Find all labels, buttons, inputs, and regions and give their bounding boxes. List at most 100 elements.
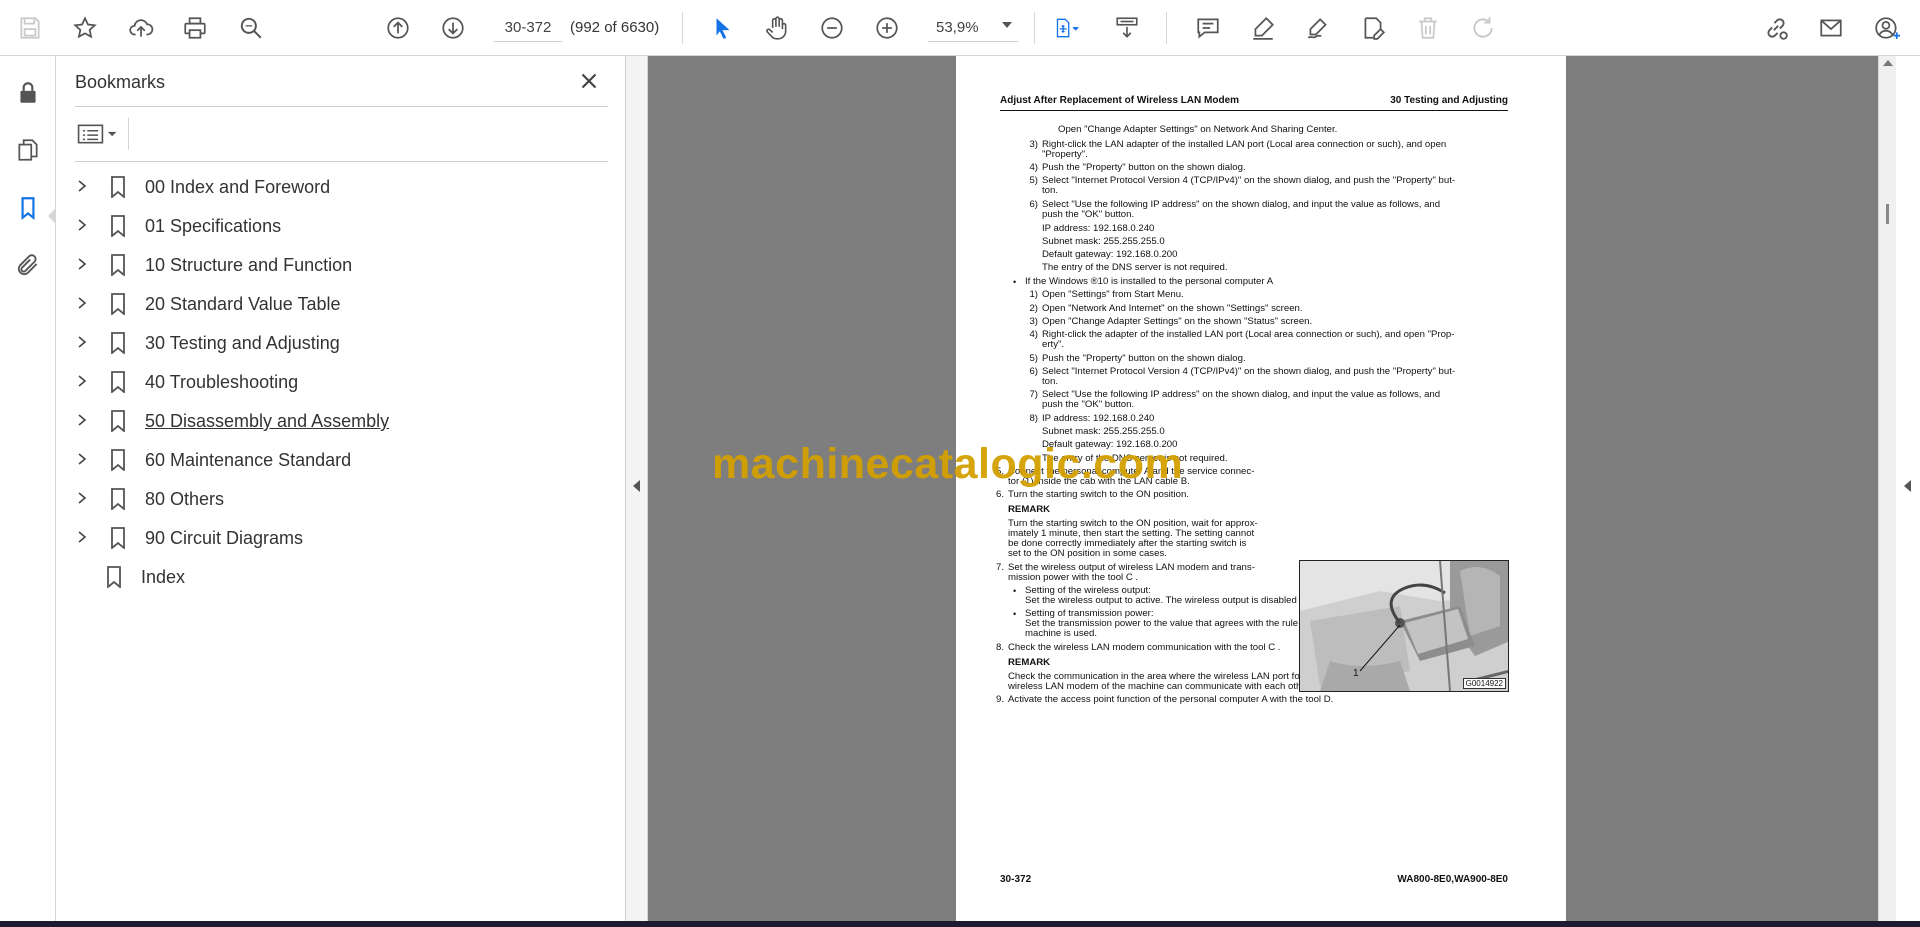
text-line: erty". [1042, 339, 1065, 350]
bookmark-item[interactable]: 20 Standard Value Table [71, 286, 611, 320]
chevron-right-icon[interactable] [75, 530, 89, 544]
divider [128, 118, 129, 150]
scroll-up-icon[interactable] [1883, 60, 1893, 66]
select-arrow-icon[interactable] [706, 11, 740, 45]
redo-icon[interactable] [1466, 11, 1500, 45]
page-down-icon[interactable] [436, 11, 470, 45]
os-taskbar-edge [0, 921, 1920, 927]
fit-page-icon[interactable] [1044, 11, 1090, 45]
text-line: set to the ON position in some cases. [1008, 548, 1167, 559]
chevron-right-icon[interactable] [75, 179, 89, 193]
page-footer-model: WA800-8E0,WA900-8E0 [1397, 874, 1508, 885]
star-icon[interactable] [68, 11, 102, 45]
bookmark-item[interactable]: 50 Disassembly and Assembly [71, 403, 611, 437]
step-number: 4) [1029, 329, 1038, 340]
bookmark-label: 90 Circuit Diagrams [145, 528, 304, 548]
save-icon[interactable] [13, 11, 47, 45]
step-number: 2) [1029, 303, 1038, 314]
bullet: • [1013, 609, 1017, 619]
hand-icon[interactable] [760, 11, 794, 45]
step-number: 5) [1029, 175, 1038, 186]
account-icon[interactable] [1870, 11, 1904, 45]
attachment-icon[interactable] [11, 248, 45, 282]
page-number-input[interactable] [494, 14, 562, 42]
sign-icon[interactable] [1301, 11, 1335, 45]
text-line: Default gateway: 192.168.0.200 [1042, 249, 1178, 260]
text-line: mission power with the tool C . [1008, 572, 1139, 583]
chevron-right-icon[interactable] [75, 413, 89, 427]
bookmark-flag-icon [111, 293, 125, 315]
step-number: 6) [1029, 199, 1038, 210]
edit-pdf-icon[interactable] [1356, 11, 1390, 45]
vertical-scrollbar[interactable] [1878, 56, 1896, 921]
delete-icon[interactable] [1411, 11, 1445, 45]
header-rule [1000, 110, 1508, 111]
email-icon[interactable] [1814, 11, 1848, 45]
scroll-mode-icon[interactable] [1110, 11, 1144, 45]
remark-heading: REMARK [1008, 657, 1051, 668]
left-tool-rail [0, 56, 56, 921]
bookmark-flag-icon [107, 566, 121, 588]
bookmark-label: 80 Others [145, 489, 225, 509]
text-line: Turn the starting switch to the ON posit… [1008, 489, 1189, 500]
zoom-value: 53,9% [936, 19, 979, 36]
chevron-right-icon[interactable] [75, 257, 89, 271]
bookmarks-panel: Bookmarks 00 Index and Foreword 01 Specif… [56, 56, 626, 921]
toolbar-divider [1166, 12, 1167, 44]
bookmark-item[interactable]: 30 Testing and Adjusting [71, 325, 611, 359]
step-number: 3) [1029, 139, 1038, 150]
chevron-right-icon[interactable] [75, 335, 89, 349]
highlight-icon[interactable] [1246, 11, 1280, 45]
upload-icon[interactable] [124, 11, 158, 45]
bookmark-flag-icon [111, 410, 125, 432]
chevron-right-icon[interactable] [75, 374, 89, 388]
bookmark-label: 00 Index and Foreword [145, 177, 331, 197]
chevron-right-icon[interactable] [75, 296, 89, 310]
zoom-in-icon[interactable] [870, 11, 904, 45]
bookmark-item[interactable]: 90 Circuit Diagrams [71, 520, 611, 554]
zoom-out-icon[interactable] [815, 11, 849, 45]
step-number: 8. [995, 642, 1004, 653]
text-line: Subnet mask: 255.255.255.0 [1042, 426, 1165, 437]
bookmark-item[interactable]: 40 Troubleshooting [71, 364, 611, 398]
chevron-right-icon[interactable] [75, 491, 89, 505]
zoom-search-icon[interactable] [234, 11, 268, 45]
text-line: The entry of the DNS server is not requi… [1042, 262, 1228, 273]
bookmark-item[interactable]: 00 Index and Foreword [71, 169, 611, 203]
pages-icon[interactable] [11, 133, 45, 167]
chevron-right-icon[interactable] [75, 218, 89, 232]
panel-splitter[interactable] [626, 56, 648, 921]
comment-icon[interactable] [1191, 11, 1225, 45]
zoom-select[interactable]: 53,9% [928, 14, 1018, 42]
list-options-icon [77, 124, 117, 144]
text-line: Subnet mask: 255.255.255.0 [1042, 236, 1165, 247]
bookmark-item[interactable]: 10 Structure and Function [71, 247, 611, 281]
step-number: 4) [1029, 162, 1038, 173]
lock-icon[interactable] [11, 76, 45, 110]
bookmark-options-button[interactable] [75, 118, 127, 150]
bookmark-label: 20 Standard Value Table [145, 294, 341, 314]
right-panel-toggle[interactable] [1896, 56, 1920, 921]
scroll-thumb[interactable] [1886, 204, 1889, 224]
bookmark-item[interactable]: 80 Others [71, 481, 611, 515]
step-number: 3) [1029, 316, 1038, 327]
share-link-icon[interactable] [1759, 11, 1793, 45]
close-icon[interactable] [576, 68, 602, 94]
step-number: 6. [995, 489, 1004, 500]
text-line: Select "Internet Protocol Version 4 (TCP… [1042, 366, 1456, 377]
text-line: Check the wireless LAN modem communicati… [1008, 642, 1281, 653]
bookmark-item[interactable]: 60 Maintenance Standard [71, 442, 611, 476]
bookmark-icon[interactable] [11, 191, 45, 225]
collapse-left-icon[interactable] [633, 480, 640, 492]
text-line: Right-click the LAN adapter of the insta… [1042, 139, 1447, 150]
page-up-icon[interactable] [381, 11, 415, 45]
bookmark-label: 30 Testing and Adjusting [145, 333, 340, 353]
bookmark-item[interactable]: 01 Specifications [71, 208, 611, 242]
print-icon[interactable] [178, 11, 212, 45]
text-line: Push the "Property" button on the shown … [1042, 353, 1246, 364]
chevron-right-icon[interactable] [75, 452, 89, 466]
bookmark-item[interactable]: Index [71, 559, 611, 593]
expand-right-panel-icon[interactable] [1904, 480, 1911, 492]
text-line: ton. [1042, 376, 1059, 387]
bookmark-label: 01 Specifications [145, 216, 282, 236]
